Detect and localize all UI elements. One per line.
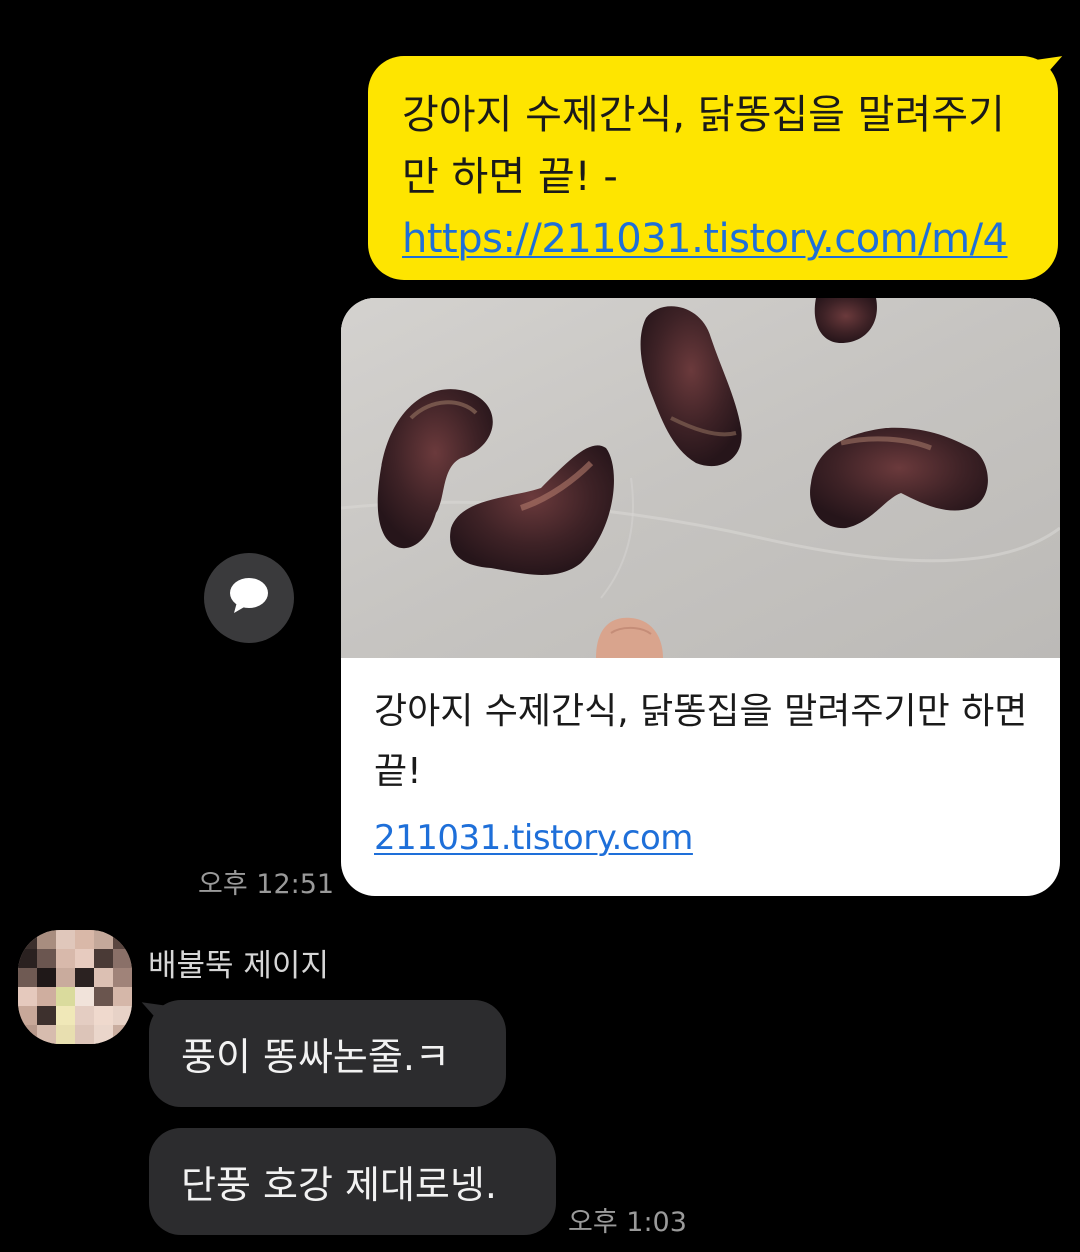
link-preview-image: [341, 298, 1060, 658]
incoming-message-text: 단풍 호강 제대로넹.: [181, 1163, 497, 1207]
link-preview-domain[interactable]: 211031.tistory.com: [374, 818, 693, 858]
outgoing-message-bubble[interactable]: 강아지 수제간식, 닭똥집을 말려주기만 하면 끝! - https://211…: [368, 56, 1058, 280]
sender-name: 배불뚝 제이지: [148, 948, 329, 984]
outgoing-timestamp: 오후 12:51: [198, 869, 335, 900]
link-preview-title: 강아지 수제간식, 닭똥집을 말려주기만 하면 끝!: [374, 691, 1028, 792]
incoming-message-text: 풍이 똥싸논줄.ㅋ: [181, 1035, 450, 1079]
outgoing-message-link[interactable]: https://211031.tistory.com/m/4: [402, 216, 1008, 262]
speech-bubble-icon: [227, 576, 271, 620]
incoming-timestamp: 오후 1:03: [568, 1207, 687, 1238]
share-button[interactable]: [204, 553, 294, 643]
link-preview-card[interactable]: 강아지 수제간식, 닭똥집을 말려주기만 하면 끝! 211031.tistor…: [341, 298, 1060, 896]
sender-avatar[interactable]: [18, 930, 132, 1044]
outgoing-message-text: 강아지 수제간식, 닭똥집을 말려주기만 하면 끝! -: [402, 92, 1005, 200]
incoming-message-bubble[interactable]: 풍이 똥싸논줄.ㅋ: [149, 1000, 506, 1107]
incoming-message-bubble[interactable]: 단풍 호강 제대로넹.: [149, 1128, 556, 1235]
